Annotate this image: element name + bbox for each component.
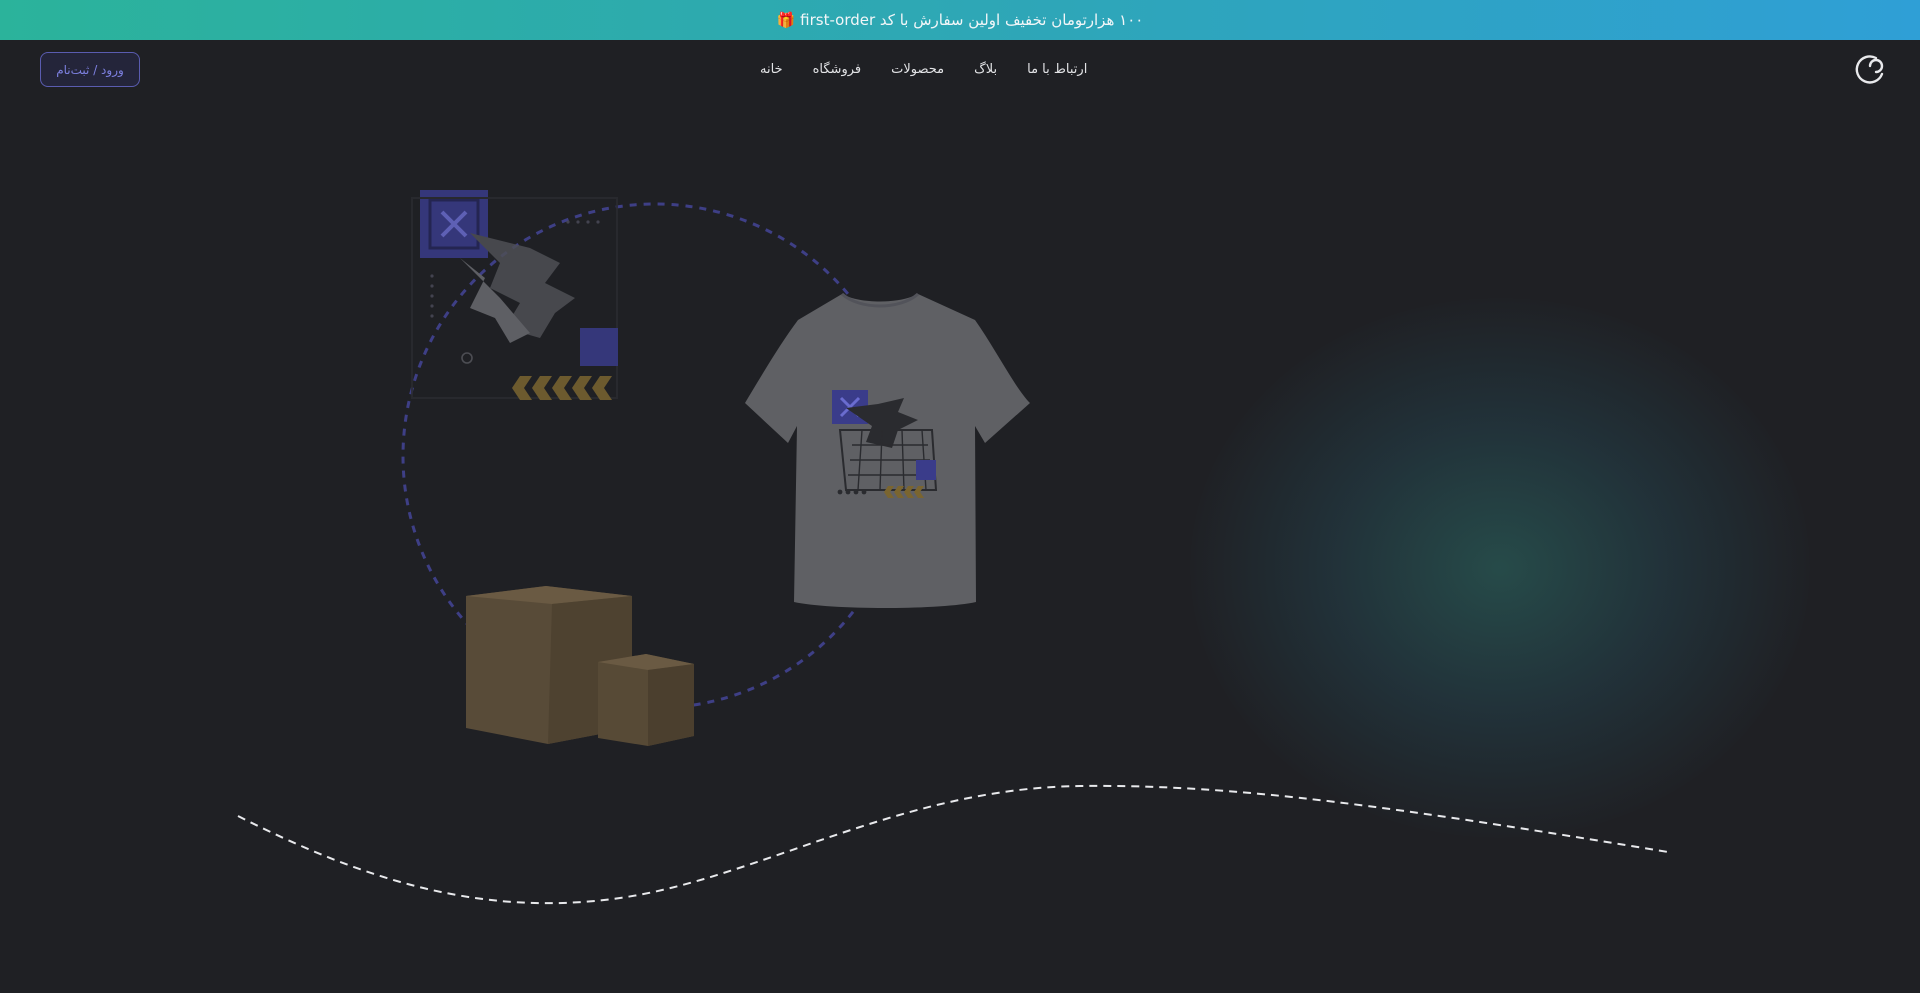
main-nav: خانه فروشگاه محصولات بلاگ ارتباط با ما [760,40,1110,98]
wavy-dashed-line [237,784,1669,905]
sticker-graphic [411,190,618,400]
nav-item-products[interactable]: محصولات [891,62,944,77]
hero-section [0,98,1920,993]
site-header: ورود / ثبت‌نام خانه فروشگاه محصولات بلاگ… [0,40,1920,98]
promo-text: ۱۰۰ هزارتومان تخفیف اولین سفارش با کد fi… [776,11,1144,29]
nav-item-home[interactable]: خانه [760,62,783,77]
nav-item-contact[interactable]: ارتباط با ما [1027,62,1087,77]
nav-item-shop[interactable]: فروشگاه [813,62,862,77]
brand-logo-icon[interactable] [1852,52,1888,88]
shipping-boxes [466,586,694,746]
login-signup-button[interactable]: ورود / ثبت‌نام [40,52,140,87]
tshirt-illustration [745,292,1030,608]
promo-banner: ۱۰۰ هزارتومان تخفیف اولین سفارش با کد fi… [0,0,1920,40]
nav-item-blog[interactable]: بلاگ [974,62,997,77]
